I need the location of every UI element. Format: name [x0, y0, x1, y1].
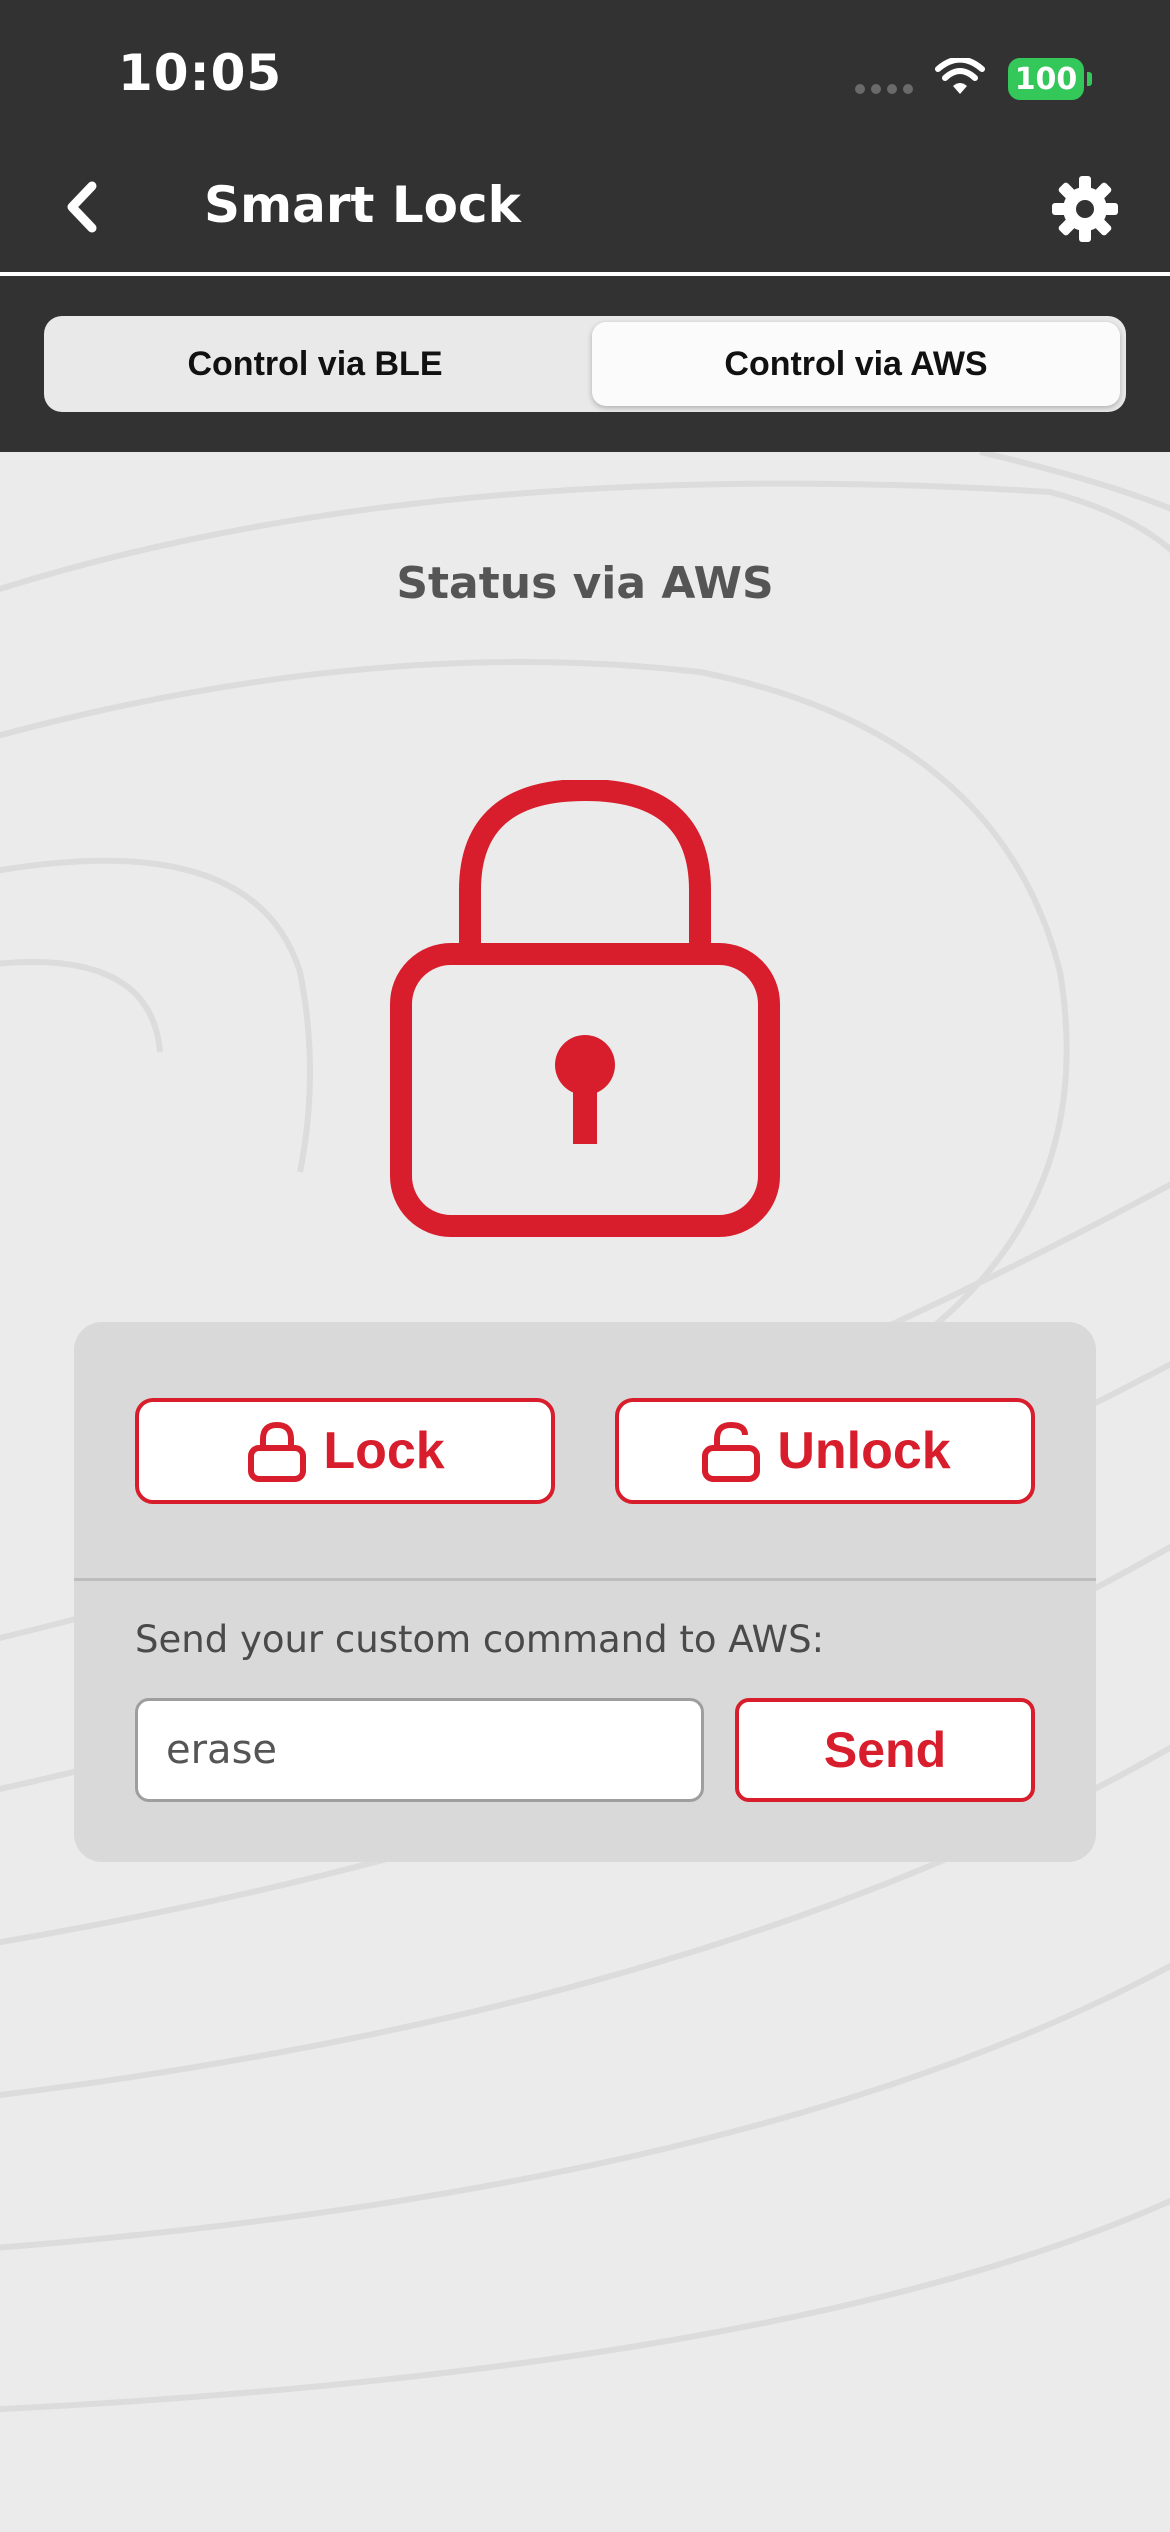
- page-title: Smart Lock: [204, 176, 521, 234]
- custom-command-label: Send your custom command to AWS:: [135, 1618, 825, 1661]
- tab-control-via-aws[interactable]: Control via AWS: [592, 322, 1120, 406]
- back-chevron-icon[interactable]: [50, 172, 120, 242]
- unlock-button-label: Unlock: [777, 1422, 951, 1480]
- card-divider: [74, 1578, 1096, 1581]
- control-mode-segmented-control: Control via BLE Control via AWS: [44, 316, 1126, 412]
- status-time: 10:05: [118, 44, 283, 102]
- lock-button-label: Lock: [323, 1422, 445, 1480]
- status-bar: 10:05 100: [0, 0, 1170, 150]
- control-card: Lock Unlock Send your custom command to …: [74, 1322, 1096, 1862]
- smart-lock-screen: 10:05 100 Smart Lock Control via BLE Con…: [0, 0, 1170, 2532]
- cellular-signal-icon: [855, 84, 915, 94]
- unlock-button[interactable]: Unlock: [615, 1398, 1035, 1504]
- status-heading: Status via AWS: [396, 558, 774, 609]
- send-button[interactable]: Send: [735, 1698, 1035, 1802]
- header-divider: [0, 272, 1170, 276]
- battery-level: 100: [1008, 58, 1084, 100]
- locked-padlock-icon: [390, 780, 780, 1237]
- wifi-icon: [935, 58, 985, 94]
- tab-control-via-ble[interactable]: Control via BLE: [50, 322, 580, 406]
- app-header: 10:05 100 Smart Lock Control via BLE Con…: [0, 0, 1170, 452]
- battery-icon: 100: [1008, 58, 1092, 100]
- gear-icon[interactable]: [1050, 174, 1120, 244]
- custom-command-input[interactable]: [135, 1698, 704, 1802]
- unlock-icon: [702, 1421, 761, 1482]
- lock-button[interactable]: Lock: [135, 1398, 555, 1504]
- lock-icon: [248, 1421, 307, 1482]
- navigation-bar: Smart Lock: [0, 150, 1170, 272]
